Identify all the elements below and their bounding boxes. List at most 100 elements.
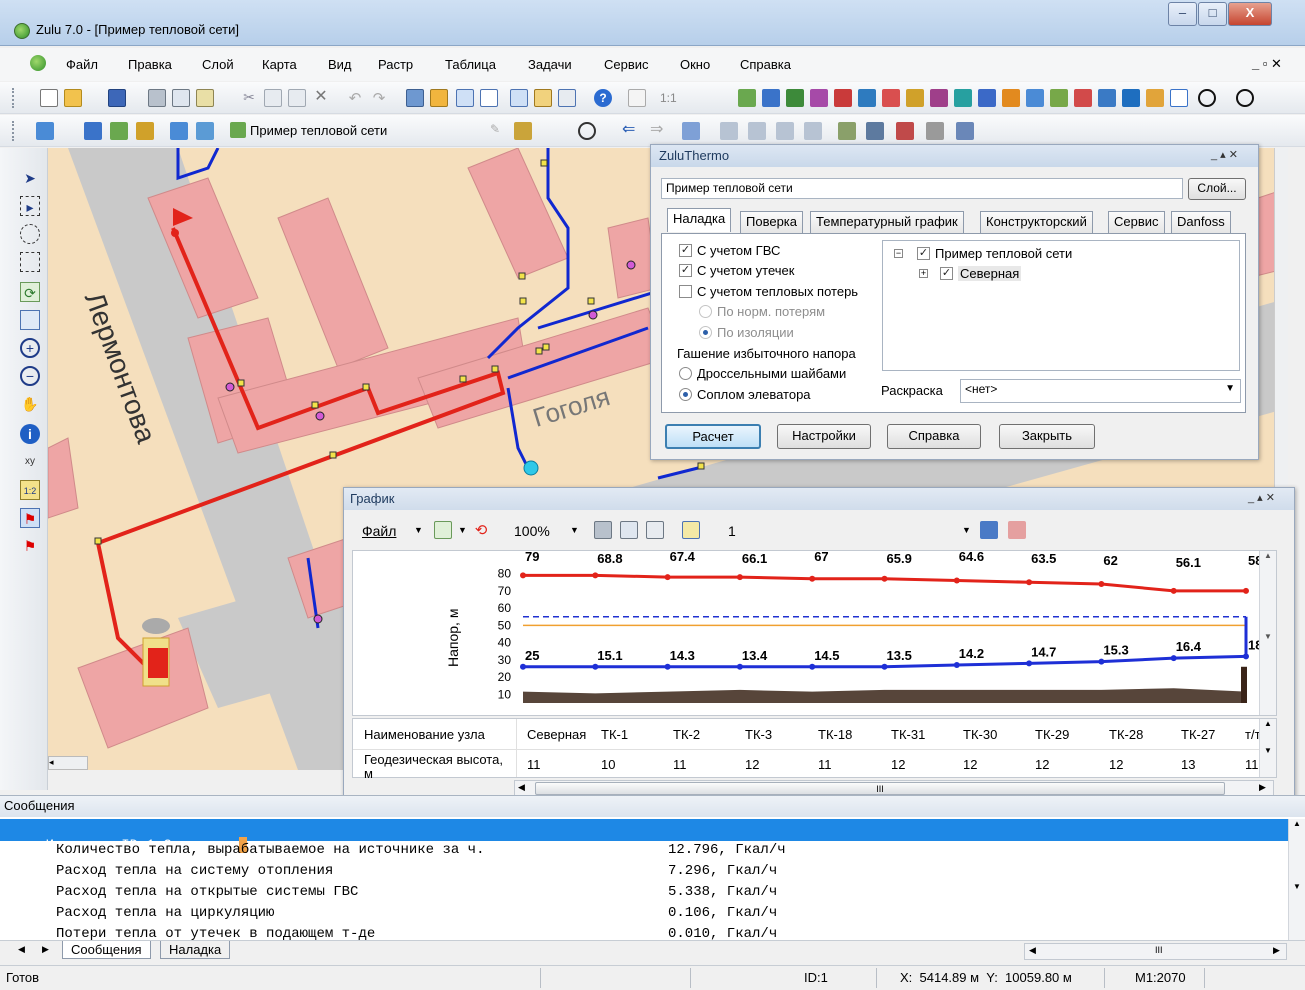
- menu-window[interactable]: Окно: [680, 57, 710, 72]
- sql-icon[interactable]: [956, 122, 974, 140]
- tool-icon-o[interactable]: [1074, 89, 1092, 107]
- tree-collapse-icon[interactable]: −: [894, 249, 903, 258]
- measure-icon[interactable]: 1:2: [20, 480, 40, 500]
- scroll-right-icon[interactable]: ▶: [1259, 782, 1266, 793]
- zoom-dropdown-icon[interactable]: ▼: [570, 525, 579, 535]
- new-document-icon[interactable]: [40, 89, 58, 107]
- undo-icon[interactable]: ↶: [346, 89, 364, 107]
- coloring-select[interactable]: <нет> ▼: [960, 379, 1241, 403]
- tool-icon-d[interactable]: [810, 89, 828, 107]
- page-setup-icon[interactable]: [196, 89, 214, 107]
- hscroll-thumb[interactable]: III: [535, 782, 1225, 795]
- pan-hand-icon[interactable]: ✋: [20, 394, 40, 414]
- paste-icon[interactable]: [288, 89, 306, 107]
- tree-root-checkbox[interactable]: ✓: [917, 247, 930, 260]
- layer-image-icon[interactable]: [196, 122, 214, 140]
- msg-scroll-left-icon[interactable]: ◀: [1029, 945, 1036, 956]
- graph-page-value[interactable]: 1: [728, 523, 736, 539]
- network-tree[interactable]: − ✓ Пример тепловой сети + ✓ Северная: [882, 240, 1240, 371]
- table-view-icon[interactable]: [456, 89, 474, 107]
- layer-edit-icon[interactable]: [110, 122, 128, 140]
- menu-service[interactable]: Сервис: [604, 57, 649, 72]
- tool-icon-h[interactable]: [906, 89, 924, 107]
- flag-remove-icon[interactable]: ⚑: [20, 536, 40, 556]
- tool-icon-a[interactable]: [738, 89, 756, 107]
- graph-preview-icon[interactable]: [620, 521, 638, 539]
- tool-icon-l[interactable]: [1002, 89, 1020, 107]
- graph-reset-icon[interactable]: ⟲: [472, 521, 490, 539]
- tab-naladka[interactable]: Наладка: [667, 208, 732, 232]
- select-rect-icon[interactable]: ▸: [20, 196, 40, 216]
- minimize-button[interactable]: –: [1168, 2, 1197, 26]
- close-dialog-button[interactable]: Закрыть: [999, 424, 1095, 449]
- graph-refresh-icon[interactable]: [434, 521, 452, 539]
- select-icon-1[interactable]: [720, 122, 738, 140]
- menu-edit[interactable]: Правка: [128, 57, 172, 72]
- layer-props-icon[interactable]: [84, 122, 102, 140]
- coordinates-icon[interactable]: xy: [20, 452, 40, 472]
- play-icon[interactable]: [1198, 89, 1216, 107]
- print-icon[interactable]: [148, 89, 166, 107]
- windows-icon[interactable]: [510, 89, 528, 107]
- plot-area[interactable]: 80 70 60 50 40 30 20 10 79 68.8 67.4 66.1 67 65.9 64.6…: [352, 550, 1277, 716]
- layer-button[interactable]: Слой...: [1188, 178, 1246, 200]
- zoom-extent-icon[interactable]: [20, 310, 40, 330]
- refresh-dropdown-icon[interactable]: ▼: [458, 525, 467, 535]
- tab-scroll-left-icon[interactable]: ◀: [18, 944, 25, 955]
- map-hscrollbar[interactable]: ◂: [48, 756, 88, 770]
- messages-vscrollbar[interactable]: ▲ ▼: [1288, 819, 1305, 944]
- scroll-left-icon[interactable]: ◀: [518, 782, 525, 793]
- save-icon[interactable]: [108, 89, 126, 107]
- tree-expand-icon[interactable]: +: [919, 269, 928, 278]
- copy-icon[interactable]: [264, 89, 282, 107]
- zoom-1-1-button[interactable]: 1:1: [660, 91, 677, 105]
- msg-hscrollbar[interactable]: ◀ III ▶: [1024, 943, 1287, 960]
- zt-window-controls[interactable]: _ ▴ ✕: [1211, 148, 1238, 161]
- tool-icon-c[interactable]: [786, 89, 804, 107]
- redo-icon[interactable]: ↷: [370, 89, 388, 107]
- graph-icon[interactable]: [1170, 89, 1188, 107]
- graph-zoom-value[interactable]: 100%: [514, 523, 550, 539]
- heatloss-checkbox[interactable]: [679, 285, 692, 298]
- select-circle-icon[interactable]: [20, 224, 40, 244]
- nozzle-radio[interactable]: [679, 388, 692, 401]
- print-preview-icon[interactable]: [172, 89, 190, 107]
- cut-icon[interactable]: ✂: [240, 89, 258, 107]
- properties-icon[interactable]: [406, 89, 424, 107]
- net-query-icon[interactable]: [866, 122, 884, 140]
- menu-file[interactable]: Файл: [66, 57, 98, 72]
- menu-help[interactable]: Справка: [740, 57, 791, 72]
- record-icon[interactable]: [1236, 89, 1254, 107]
- menu-table[interactable]: Таблица: [445, 57, 496, 72]
- msg-hscroll-grip[interactable]: III: [1155, 945, 1163, 955]
- add-layer-icon[interactable]: [36, 122, 54, 140]
- file-dropdown-icon[interactable]: ▼: [414, 525, 423, 535]
- select-poly-icon[interactable]: [20, 252, 40, 272]
- zoom-out-icon[interactable]: −: [20, 366, 40, 386]
- tab-service[interactable]: Сервис: [1108, 211, 1165, 233]
- tab-temp-graph[interactable]: Температурный график: [810, 211, 964, 233]
- tool-icon-g[interactable]: [882, 89, 900, 107]
- help-button[interactable]: Справка: [887, 424, 981, 449]
- graph-chart-icon[interactable]: [682, 521, 700, 539]
- tool-icon-k[interactable]: [978, 89, 996, 107]
- tile-icon[interactable]: [534, 89, 552, 107]
- tree-root-label[interactable]: Пример тепловой сети: [935, 246, 1072, 261]
- maximize-button[interactable]: □: [1198, 2, 1227, 26]
- menu-raster[interactable]: Растр: [378, 57, 413, 72]
- query-icon[interactable]: [682, 122, 700, 140]
- brush-icon[interactable]: [514, 122, 532, 140]
- chevron-down-icon[interactable]: ▼: [1225, 383, 1235, 394]
- refresh-icon[interactable]: ⟳: [20, 282, 40, 302]
- table-vscrollbar[interactable]: ▲ ▼: [1259, 719, 1276, 777]
- menu-tasks[interactable]: Задачи: [528, 57, 572, 72]
- tool-icon-b[interactable]: [762, 89, 780, 107]
- node-table[interactable]: Наименование узла Геодезическая высота, …: [352, 718, 1277, 779]
- tab-naladka-msg[interactable]: Наладка: [160, 941, 231, 959]
- gvs-checkbox[interactable]: ✓: [679, 244, 692, 257]
- cascade-icon[interactable]: [558, 89, 576, 107]
- layer-list-icon[interactable]: [170, 122, 188, 140]
- tab-danfoss[interactable]: Danfoss: [1171, 211, 1231, 233]
- norm-loss-radio[interactable]: [699, 305, 712, 318]
- tool-icon-m[interactable]: [1026, 89, 1044, 107]
